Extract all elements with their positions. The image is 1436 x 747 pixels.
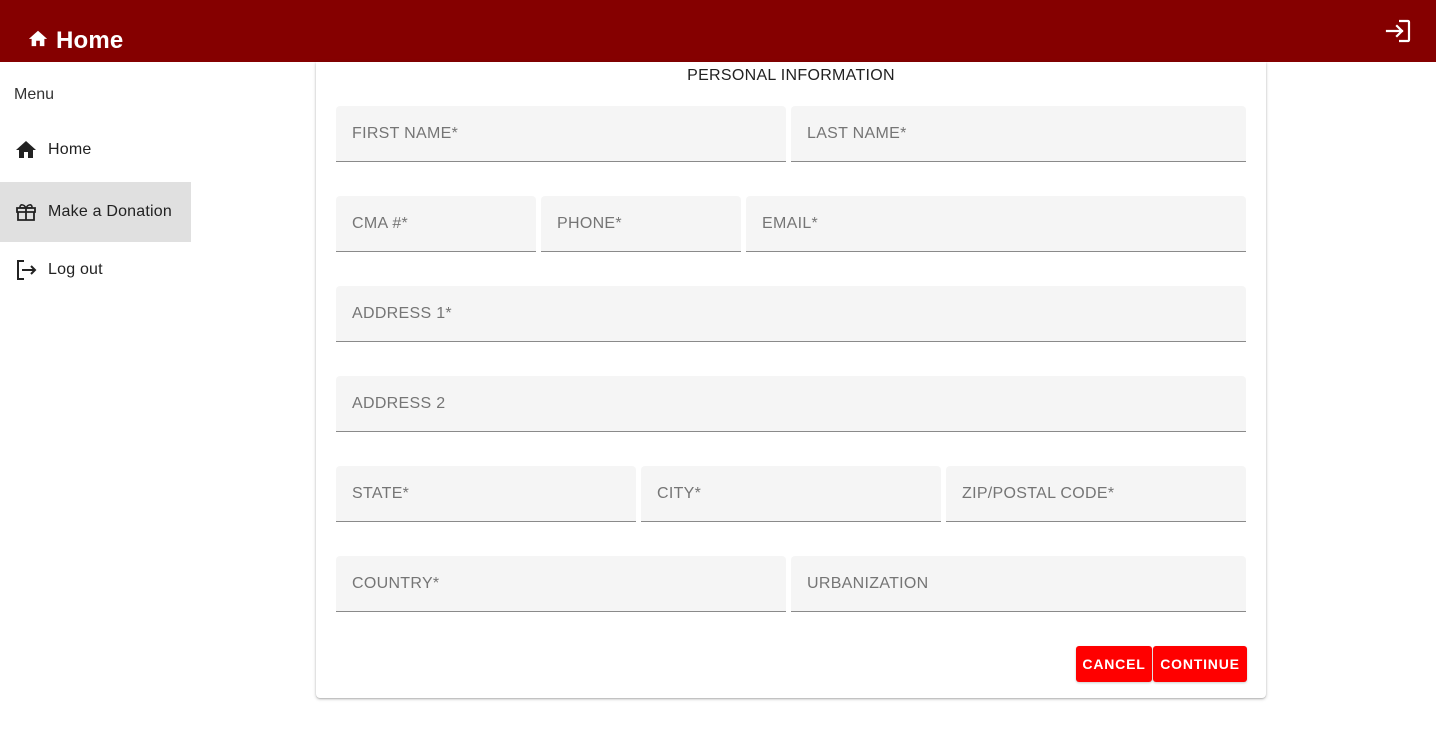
sidebar-item-label: Make a Donation [48, 203, 172, 220]
state-input[interactable] [336, 466, 636, 521]
home-icon [16, 141, 36, 158]
zip-input[interactable] [946, 466, 1246, 521]
login-icon[interactable] [1384, 18, 1412, 44]
state-field[interactable] [336, 466, 636, 522]
phone-input[interactable] [541, 196, 741, 251]
urbanization-input[interactable] [791, 556, 1246, 611]
phone-field[interactable] [541, 196, 741, 252]
email-field[interactable] [746, 196, 1246, 252]
sidebar-item-label: Home [48, 141, 92, 158]
gift-icon [16, 204, 36, 221]
last-name-field[interactable] [791, 106, 1246, 162]
personal-information-form: PERSONAL INFORMATION CANCEL CONTINUE [316, 62, 1266, 698]
address1-input[interactable] [336, 286, 1246, 341]
city-field[interactable] [641, 466, 941, 522]
first-name-input[interactable] [336, 106, 786, 161]
sidebar-item-home[interactable]: Home [0, 120, 191, 180]
form-title: PERSONAL INFORMATION [687, 67, 895, 84]
address2-field[interactable] [336, 376, 1246, 432]
cma-input[interactable] [336, 196, 536, 251]
logout-icon [17, 260, 37, 280]
cancel-button[interactable]: CANCEL [1076, 646, 1152, 682]
address2-input[interactable] [336, 376, 1246, 431]
urbanization-field[interactable] [791, 556, 1246, 612]
menu-heading: Menu [14, 86, 55, 103]
email-input[interactable] [746, 196, 1246, 251]
cma-field[interactable] [336, 196, 536, 252]
first-name-field[interactable] [336, 106, 786, 162]
app-bar: Home [0, 0, 1436, 62]
city-input[interactable] [641, 466, 941, 521]
sidebar-item-log-out[interactable]: Log out [0, 240, 191, 300]
zip-field[interactable] [946, 466, 1246, 522]
home-icon [28, 30, 48, 47]
sidebar-item-make-a-donation[interactable]: Make a Donation [0, 182, 191, 242]
page-title: Home [56, 27, 124, 54]
last-name-input[interactable] [791, 106, 1246, 161]
address1-field[interactable] [336, 286, 1246, 342]
country-field[interactable] [336, 556, 786, 612]
sidebar-item-label: Log out [48, 261, 103, 278]
continue-button[interactable]: CONTINUE [1153, 646, 1247, 682]
sidebar: Menu Home Make a Donation Log out [0, 62, 191, 310]
country-input[interactable] [336, 556, 786, 611]
